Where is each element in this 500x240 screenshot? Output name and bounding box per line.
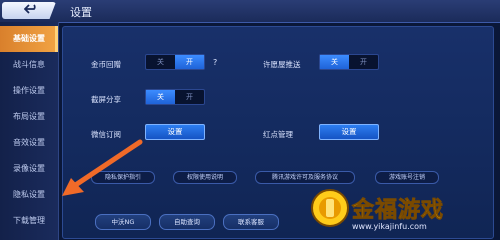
watermark-name: 金福游戏 xyxy=(352,198,445,224)
watermark-url: www.yikajinfu.com xyxy=(352,222,427,231)
watermark-logo-icon xyxy=(311,189,349,227)
